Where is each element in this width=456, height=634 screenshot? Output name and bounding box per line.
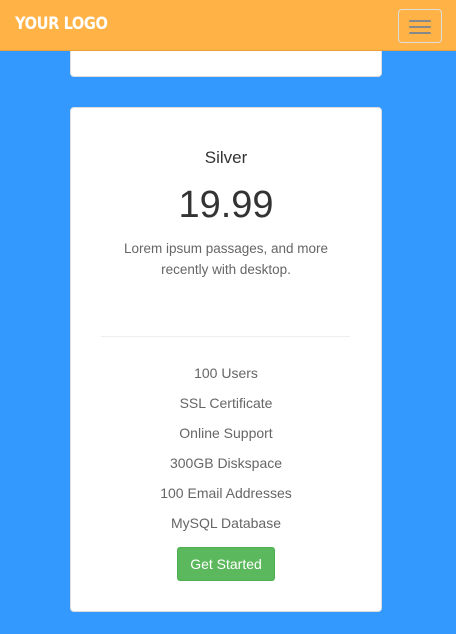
feature-list: 100 Users SSL Certificate Online Support… [71, 364, 381, 544]
get-started-button[interactable]: Get Started [177, 547, 275, 581]
feature-item: 100 Email Addresses [160, 485, 292, 501]
plan-description: Lorem ipsum passages, and more recently … [123, 241, 329, 277]
feature-item: Online Support [179, 425, 273, 441]
feature-item: 100 Users [194, 365, 258, 381]
hamburger-menu-button[interactable] [398, 9, 442, 43]
hamburger-bar-icon [409, 26, 431, 28]
hamburger-bar-icon [409, 20, 431, 22]
hamburger-bar-icon [409, 32, 431, 34]
feature-item: MySQL Database [171, 515, 281, 531]
feature-item: 300GB Diskspace [169, 455, 283, 471]
top-navbar: YOUR LOGO [0, 0, 456, 51]
brand-logo[interactable]: YOUR LOGO [15, 14, 108, 34]
card-divider [101, 336, 350, 337]
pricing-card-silver: Silver 19.99 Lorem ipsum passages, and m… [70, 107, 382, 612]
plan-price: 19.99 [178, 184, 274, 226]
plan-name: Silver [204, 148, 248, 167]
feature-item: SSL Certificate [179, 395, 273, 411]
